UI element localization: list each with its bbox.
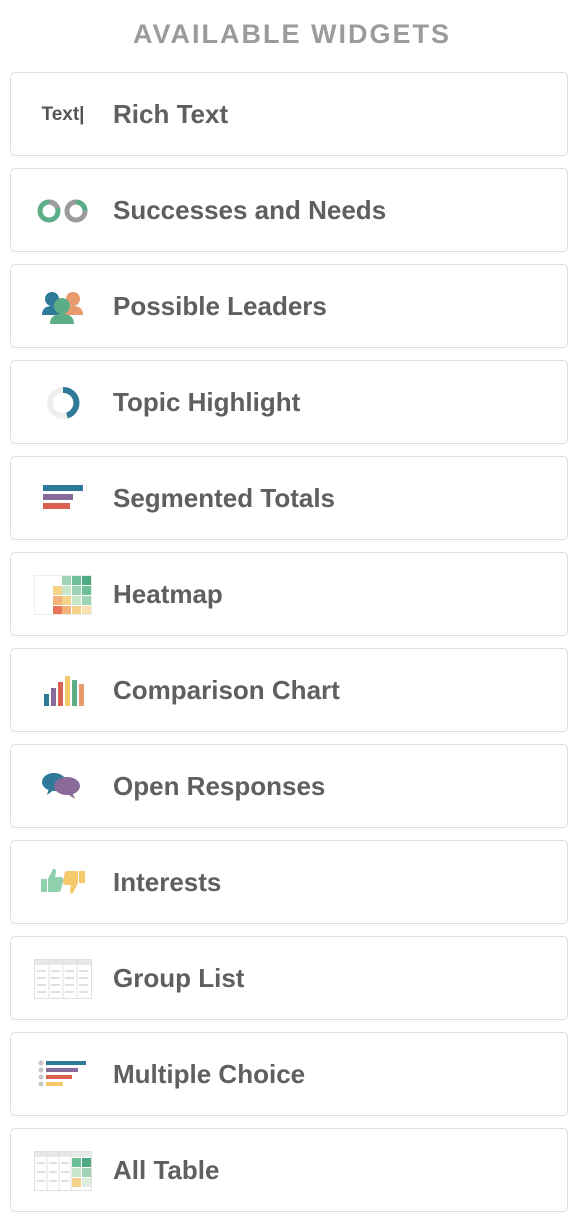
widget-open-responses[interactable]: Open Responses	[10, 744, 568, 828]
widget-heatmap[interactable]: Heatmap	[10, 552, 568, 636]
widget-multiple-choice[interactable]: Multiple Choice	[10, 1032, 568, 1116]
widget-label: Topic Highlight	[113, 386, 301, 417]
interests-icon	[33, 861, 93, 905]
panel-title: AVAILABLE WIDGETS	[133, 19, 451, 49]
widget-topic-highlight[interactable]: Topic Highlight	[10, 360, 568, 444]
widget-all-table[interactable]: All Table	[10, 1128, 568, 1212]
widget-label: Open Responses	[113, 770, 326, 801]
topic-highlight-icon	[33, 381, 93, 425]
widget-interests[interactable]: Interests	[10, 840, 568, 924]
successes-needs-icon	[33, 189, 93, 233]
comparison-chart-icon	[33, 669, 93, 713]
widget-successes-and-needs[interactable]: Successes and Needs	[10, 168, 568, 252]
widget-label: Successes and Needs	[113, 194, 387, 225]
all-table-icon	[33, 1149, 93, 1193]
widget-segmented-totals[interactable]: Segmented Totals	[10, 456, 568, 540]
widget-label: All Table	[113, 1154, 220, 1185]
widget-label: Segmented Totals	[113, 482, 336, 513]
widget-rich-text[interactable]: Text| Rich Text	[10, 72, 568, 156]
widget-possible-leaders[interactable]: Possible Leaders	[10, 264, 568, 348]
possible-leaders-icon	[33, 285, 93, 329]
widget-label: Heatmap	[113, 578, 223, 609]
widget-label: Rich Text	[113, 98, 229, 129]
widget-label: Comparison Chart	[113, 674, 340, 705]
widget-label: Interests	[113, 866, 222, 897]
widget-label: Multiple Choice	[113, 1058, 306, 1089]
group-list-icon	[33, 957, 93, 1001]
widget-label: Group List	[113, 962, 245, 993]
widget-label: Possible Leaders	[113, 290, 327, 321]
rich-text-icon: Text|	[41, 104, 85, 125]
heatmap-icon	[33, 573, 93, 617]
widget-comparison-chart[interactable]: Comparison Chart	[10, 648, 568, 732]
widget-group-list[interactable]: Group List	[10, 936, 568, 1020]
multiple-choice-icon	[33, 1053, 93, 1097]
panel-header: AVAILABLE WIDGETS	[0, 0, 584, 72]
segmented-totals-icon	[33, 477, 93, 521]
open-responses-icon	[33, 765, 93, 809]
